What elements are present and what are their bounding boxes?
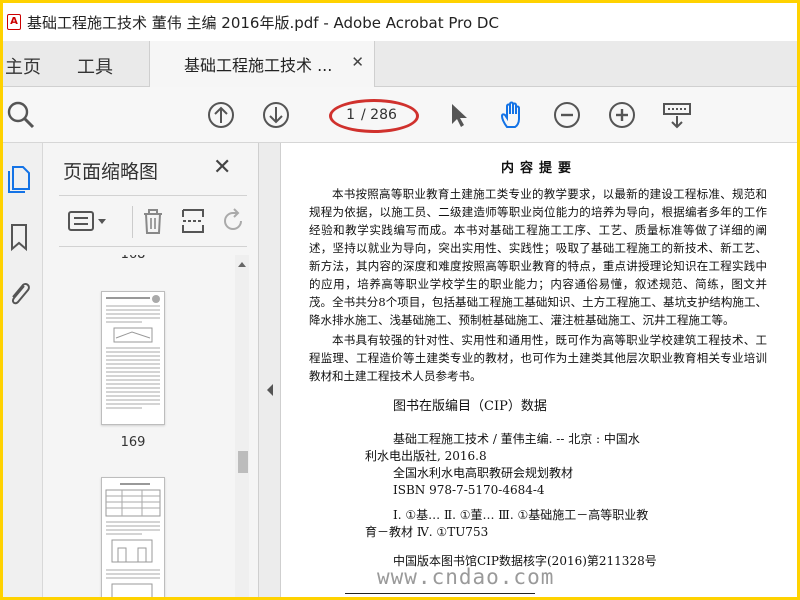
page-thumbnails-icon[interactable] bbox=[5, 163, 33, 195]
cip-line: Ⅰ. ①基… Ⅱ. ①董… Ⅲ. ①基础施工－高等职业教 bbox=[393, 508, 649, 522]
window-title: 基础工程施工技术 董伟 主编 2016年版.pdf - Adobe Acroba… bbox=[27, 13, 499, 32]
attachments-icon[interactable] bbox=[5, 277, 33, 309]
acrobat-window: A 基础工程施工技术 董伟 主编 2016年版.pdf - Adobe Acro… bbox=[3, 3, 797, 597]
tab-home[interactable]: 主页 bbox=[5, 53, 41, 79]
abstract-paragraph: 本书按照高等职业教育土建施工类专业的教学要求，以最新的建设工程标准、规范和规程为… bbox=[309, 187, 767, 327]
main-toolbar: / 286 bbox=[3, 87, 797, 143]
cip-line: 基础工程施工技术 / 董伟主编. -- 北京 : 中国水 bbox=[393, 432, 640, 446]
page-divider bbox=[345, 593, 535, 594]
tab-tools[interactable]: 工具 bbox=[77, 53, 113, 79]
select-cursor-icon[interactable] bbox=[443, 99, 475, 131]
thumbnail-page-preview bbox=[106, 295, 160, 409]
thumbnail-scrollbar-thumb[interactable] bbox=[238, 451, 248, 473]
keyboard-icon[interactable] bbox=[661, 99, 693, 131]
watermark-text: www.cndao.com bbox=[377, 565, 555, 589]
bookmarks-icon[interactable] bbox=[5, 221, 33, 253]
search-icon[interactable] bbox=[5, 99, 37, 131]
thumbnail-page-number: 169 bbox=[120, 435, 146, 450]
toolbar-divider bbox=[132, 206, 133, 238]
thumbnails-panel-title: 页面缩略图 bbox=[63, 161, 159, 183]
thumbnail-page-170[interactable] bbox=[101, 477, 165, 597]
cip-line: ISBN 978-7-5170-4684-4 bbox=[393, 483, 545, 497]
cip-line: 利水电出版社, 2016.8 bbox=[365, 449, 487, 463]
close-panel-icon[interactable]: ✕ bbox=[213, 155, 231, 180]
thumbnail-options-icon[interactable] bbox=[67, 206, 111, 236]
title-bar: A 基础工程施工技术 董伟 主编 2016年版.pdf - Adobe Acro… bbox=[3, 3, 797, 41]
delete-pages-icon[interactable] bbox=[139, 206, 167, 236]
acrobat-app-icon: A bbox=[7, 14, 21, 30]
document-page: 内容提要 本书按照高等职业教育土建施工类专业的教学要求，以最新的建设工程标准、规… bbox=[281, 143, 797, 597]
rotate-pages-icon[interactable] bbox=[219, 206, 247, 236]
thumbnail-list: 168 bbox=[59, 255, 249, 597]
previous-page-icon[interactable] bbox=[205, 99, 237, 131]
usage-paragraph: 本书具有较强的针对性、实用性和通用性，既可作为高等职业学校建筑工程技术、工程监理… bbox=[309, 333, 767, 383]
tab-document[interactable]: 基础工程施工技术 ... ✕ bbox=[149, 41, 375, 87]
panel-collapse-handle[interactable] bbox=[259, 143, 281, 597]
page-highlight-ellipse bbox=[329, 99, 419, 133]
thumbnail-page-preview bbox=[105, 483, 161, 597]
document-view[interactable]: 内容提要 本书按照高等职业教育土建施工类专业的教学要求，以最新的建设工程标准、规… bbox=[281, 143, 797, 597]
hand-tool-icon[interactable] bbox=[497, 99, 529, 131]
thumbnail-page-169[interactable] bbox=[101, 291, 165, 425]
cip-line: 育－教材 Ⅳ. ①TU753 bbox=[365, 525, 489, 539]
zoom-in-icon[interactable] bbox=[606, 99, 638, 131]
extract-pages-icon[interactable] bbox=[179, 206, 207, 236]
thumbnail-page-number: 168 bbox=[113, 255, 153, 262]
thumbnail-scrollbar[interactable] bbox=[235, 255, 249, 597]
navigation-rail bbox=[3, 143, 43, 597]
cip-title: 图书在版编目（CIP）数据 bbox=[393, 399, 547, 414]
thumbnail-toolbar bbox=[59, 195, 247, 247]
tab-bar: 主页 工具 基础工程施工技术 ... ✕ bbox=[3, 41, 797, 87]
collapse-arrow-icon[interactable] bbox=[265, 383, 275, 397]
section-title: 内容提要 bbox=[500, 161, 577, 176]
scroll-up-arrow-icon[interactable] bbox=[237, 259, 247, 269]
next-page-icon[interactable] bbox=[260, 99, 292, 131]
close-tab-icon[interactable]: ✕ bbox=[351, 53, 364, 71]
document-tab-label: 基础工程施工技术 ... bbox=[184, 56, 333, 75]
zoom-out-icon[interactable] bbox=[551, 99, 583, 131]
cip-line: 全国水利水电高职教研会规划教材 bbox=[393, 466, 574, 480]
thumbnails-panel: 页面缩略图 ✕ 168 bbox=[43, 143, 259, 597]
